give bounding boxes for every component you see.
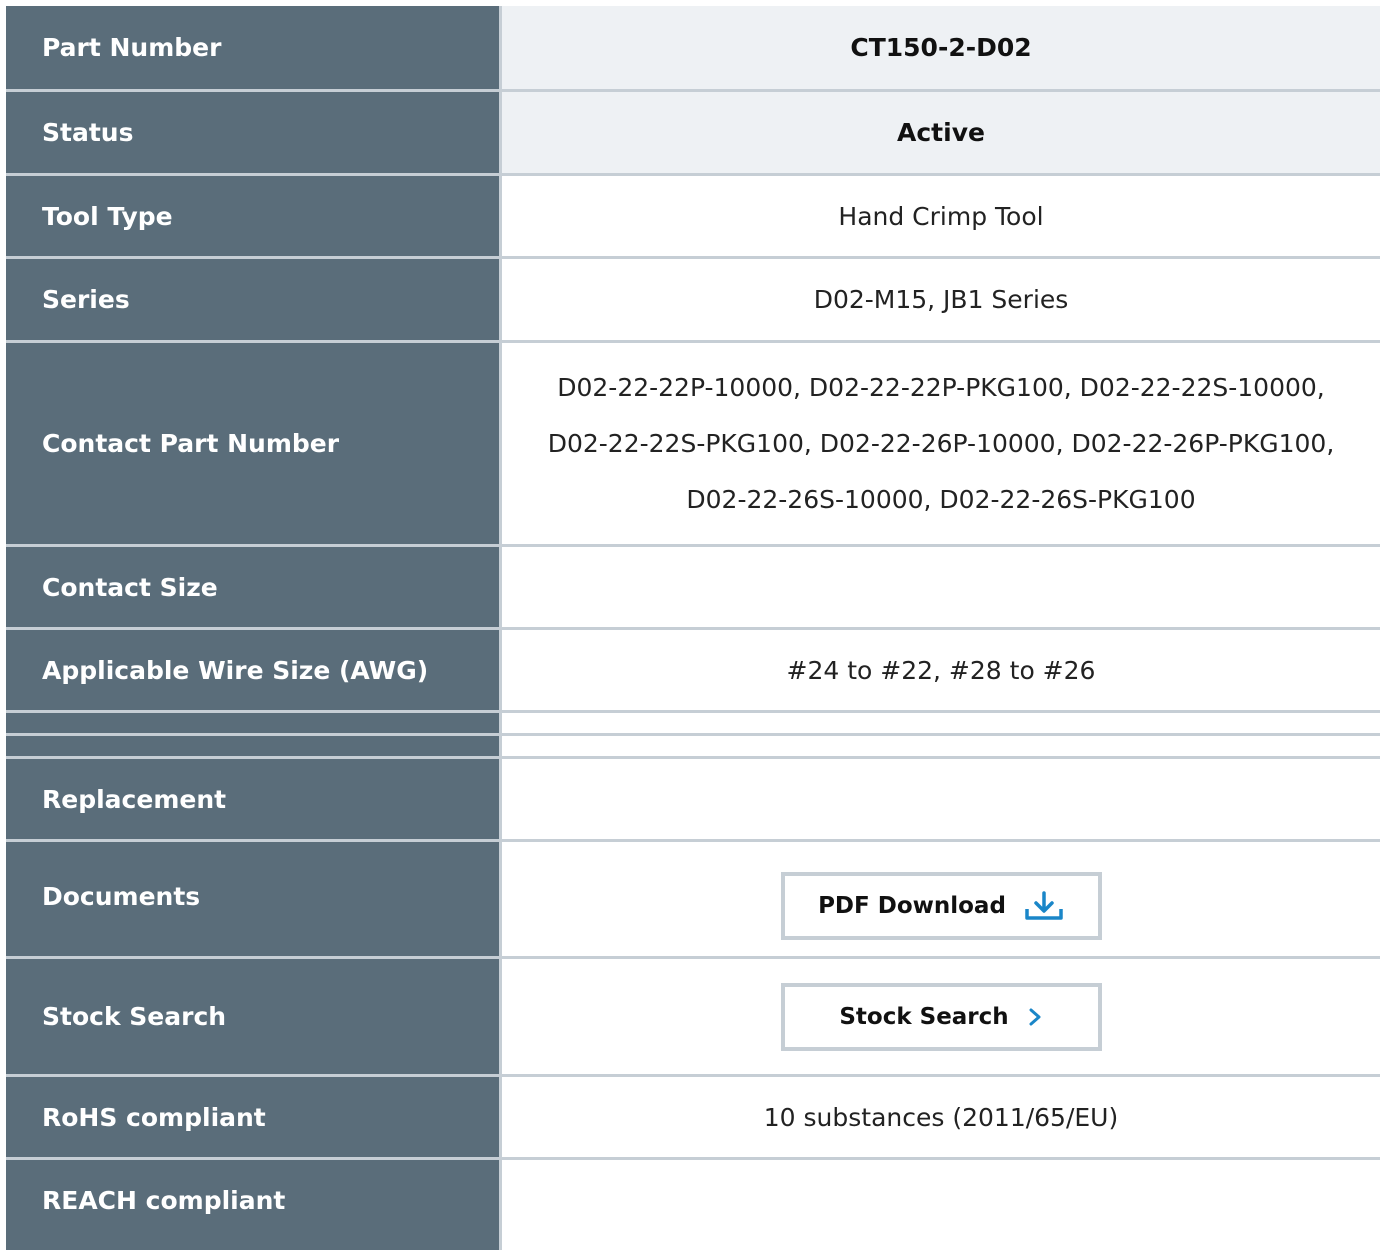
row-tool-type: Tool Type Hand Crimp Tool (6, 173, 1380, 256)
row-stock-search: Stock Search Stock Search (6, 956, 1380, 1074)
row-reach: REACH compliant (6, 1157, 1380, 1250)
row-empty-1 (6, 710, 1380, 733)
row-series: Series D02-M15, JB1 Series (6, 256, 1380, 340)
spec-table: Part Number CT150-2-D02 Status Active To… (6, 6, 1380, 1250)
row-contact-size: Contact Size (6, 544, 1380, 627)
row-documents: Documents PDF Download (6, 839, 1380, 956)
contact-part-number-value: D02-22-22P-10000, D02-22-22P-PKG100, D02… (502, 343, 1380, 544)
stock-search-cell: Stock Search (502, 959, 1380, 1074)
stock-search-button[interactable]: Stock Search (780, 982, 1102, 1051)
row-label: Status (6, 92, 502, 173)
row-wire-size: Applicable Wire Size (AWG) #24 to #22, #… (6, 627, 1380, 710)
row-replacement: Replacement (6, 756, 1380, 839)
series-value: D02-M15, JB1 Series (502, 259, 1380, 340)
row-part-number: Part Number CT150-2-D02 (6, 6, 1380, 89)
row-contact-part-number: Contact Part Number D02-22-22P-10000, D0… (6, 340, 1380, 544)
row-label: REACH compliant (6, 1160, 502, 1250)
chevron-right-icon (1029, 1008, 1041, 1025)
row-label (6, 736, 502, 756)
row-label: Applicable Wire Size (AWG) (6, 630, 502, 710)
part-number-value: CT150-2-D02 (502, 6, 1380, 89)
contact-size-value (502, 547, 1380, 627)
row-label: Replacement (6, 759, 502, 839)
empty-value (502, 713, 1380, 733)
status-value: Active (502, 92, 1380, 173)
tool-type-value: Hand Crimp Tool (502, 176, 1380, 256)
row-label: Series (6, 259, 502, 340)
row-label: Contact Size (6, 547, 502, 627)
row-label: Documents (6, 842, 502, 956)
row-label (6, 713, 502, 733)
row-rohs: RoHS compliant 10 substances (2011/65/EU… (6, 1074, 1380, 1157)
row-label: Tool Type (6, 176, 502, 256)
pdf-download-label: PDF Download (818, 893, 1006, 919)
rohs-value: 10 substances (2011/65/EU) (502, 1077, 1380, 1157)
stock-search-label: Stock Search (839, 1003, 1009, 1030)
reach-value (502, 1160, 1380, 1250)
replacement-value (502, 759, 1380, 839)
row-empty-2 (6, 733, 1380, 756)
row-label: RoHS compliant (6, 1077, 502, 1157)
row-label: Stock Search (6, 959, 502, 1074)
download-icon (1025, 891, 1063, 920)
wire-size-value: #24 to #22, #28 to #26 (502, 630, 1380, 710)
pdf-download-button[interactable]: PDF Download (780, 872, 1102, 940)
row-status: Status Active (6, 89, 1380, 173)
row-label: Part Number (6, 6, 502, 89)
documents-cell: PDF Download (502, 842, 1380, 956)
empty-value (502, 736, 1380, 756)
row-label: Contact Part Number (6, 343, 502, 544)
